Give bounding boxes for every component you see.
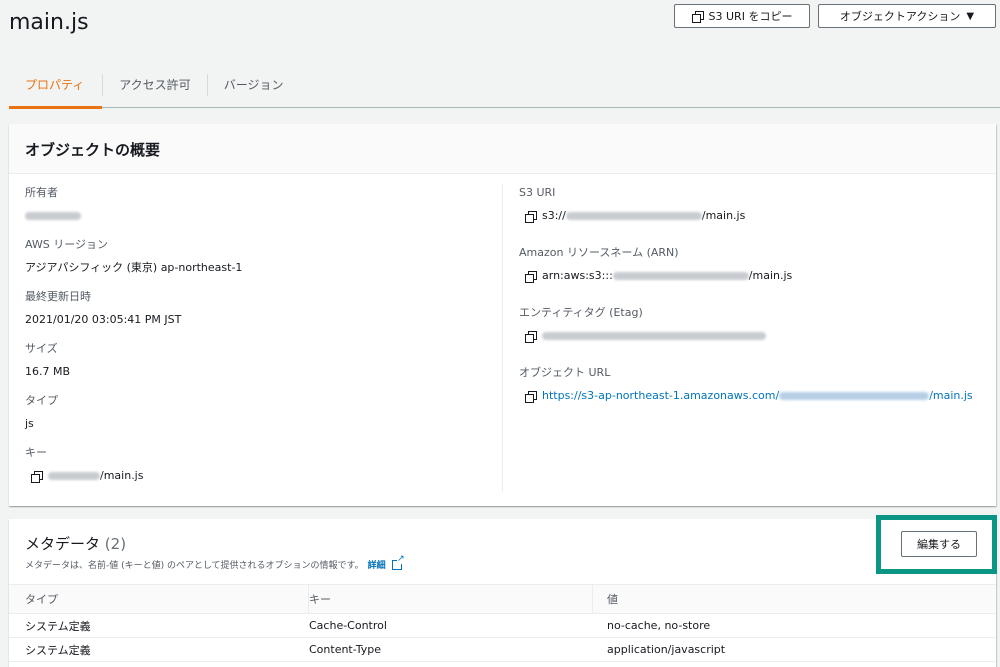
tab-properties[interactable]: プロパティ <box>9 73 104 109</box>
summary-left-column: 所有者 AWS リージョン アジアパシフィック (東京) ap-northeas… <box>25 184 495 496</box>
metadata-header: メタデータ (2) メタデータは、名前-値 (キーと値) のペアとして提供される… <box>9 515 997 575</box>
tab-bar: プロパティ アクセス許可 バージョン <box>9 62 1000 109</box>
table-row: システム定義 Cache-Control no-cache, no-store <box>9 614 996 638</box>
type-label: タイプ <box>25 394 58 407</box>
column-header-type[interactable]: タイプ <box>9 585 309 613</box>
metadata-title: メタデータ (2) <box>25 533 980 554</box>
column-header-key[interactable]: キー <box>309 585 593 613</box>
row-key: Cache-Control <box>309 619 387 632</box>
copy-s3-uri-label: S3 URI をコピー <box>708 10 793 23</box>
object-actions-button[interactable]: オブジェクトアクション ▼ <box>818 4 996 28</box>
redacted-etag <box>542 332 766 340</box>
column-divider <box>502 184 503 492</box>
column-header-key-text: キー <box>309 593 331 606</box>
metadata-panel: メタデータ (2) メタデータは、名前-値 (キーと値) のペアとして提供される… <box>9 515 997 667</box>
row-value: application/javascript <box>607 643 726 656</box>
s3-uri-label: S3 URI <box>519 186 556 199</box>
arn-value: arn:aws:s3:::/main.js <box>519 266 989 286</box>
redacted-arn-path <box>612 272 749 280</box>
object-summary-header: オブジェクトの概要 <box>9 124 996 174</box>
s3-uri-value: s3:// /main.js <box>519 206 989 226</box>
copy-icon <box>691 10 704 23</box>
etag-value <box>519 326 989 346</box>
object-actions-label: オブジェクトアクション <box>839 10 961 23</box>
region-label: AWS リージョン <box>25 238 109 251</box>
object-url-suffix: /main.js <box>929 389 973 402</box>
table-row: システム定義 Content-Type application/javascri… <box>9 638 996 662</box>
metadata-description-text: メタデータは、名前-値 (キーと値) のペアとして提供されるオプションの情報です… <box>25 561 364 571</box>
metadata-count: (2) <box>104 535 127 553</box>
copy-icon[interactable] <box>525 390 537 403</box>
key-field: キー /main.js <box>25 444 495 496</box>
key-value: /main.js <box>25 466 495 486</box>
metadata-detail-link[interactable]: 詳細 <box>368 558 386 571</box>
metadata-table-header: タイプ キー 値 <box>9 584 996 614</box>
size-label: サイズ <box>25 342 58 355</box>
owner-value <box>25 206 495 226</box>
last-modified-field: 最終更新日時 2021/01/20 03:05:41 PM JST <box>25 288 495 340</box>
external-link-icon[interactable] <box>391 554 405 570</box>
object-url-link[interactable]: https://s3-ap-northeast-1.amazonaws.com/… <box>542 386 973 406</box>
metadata-title-text: メタデータ <box>25 535 101 553</box>
column-header-value[interactable]: 値 <box>593 585 996 613</box>
redacted-s3-path <box>565 212 702 220</box>
size-value: 16.7 MB <box>25 365 71 378</box>
size-field: サイズ 16.7 MB <box>25 340 495 392</box>
object-url-prefix: https://s3-ap-northeast-1.amazonaws.com/ <box>542 389 780 402</box>
row-key: Content-Type <box>309 643 381 656</box>
arn-field: Amazon リソースネーム (ARN) arn:aws:s3:::/main.… <box>519 244 989 304</box>
key-label: キー <box>25 446 47 459</box>
metadata-description: メタデータは、名前-値 (キーと値) のペアとして提供されるオプションの情報です… <box>25 554 980 571</box>
region-field: AWS リージョン アジアパシフィック (東京) ap-northeast-1 <box>25 236 495 288</box>
arn-suffix: /main.js <box>748 269 793 282</box>
arn-prefix: arn:aws:s3::: <box>542 269 613 282</box>
arn-label: Amazon リソースネーム (ARN) <box>519 246 679 259</box>
etag-label: エンティティタグ (Etag) <box>519 306 643 319</box>
owner-field: 所有者 <box>25 184 495 236</box>
object-url-label: オブジェクト URL <box>519 366 611 379</box>
caret-down-icon: ▼ <box>966 10 975 22</box>
copy-icon[interactable] <box>525 270 537 283</box>
etag-field: エンティティタグ (Etag) <box>519 304 989 364</box>
last-modified-label: 最終更新日時 <box>25 290 91 303</box>
copy-icon[interactable] <box>31 470 43 483</box>
last-modified-value: 2021/01/20 03:05:41 PM JST <box>25 313 182 326</box>
s3-uri-prefix: s3:// <box>542 209 566 222</box>
tab-versions[interactable]: バージョン <box>208 74 300 96</box>
s3-uri-field: S3 URI s3:// /main.js <box>519 184 989 244</box>
copy-icon[interactable] <box>525 210 537 223</box>
tab-permissions[interactable]: アクセス許可 <box>103 73 208 96</box>
type-value: js <box>25 417 34 430</box>
summary-right-column: S3 URI s3:// /main.js Amazon リソースネーム (ARN… <box>519 184 989 424</box>
row-value: no-cache, no-store <box>607 619 711 632</box>
object-summary-panel: オブジェクトの概要 所有者 AWS リージョン アジアパシフィック (東京) a… <box>9 124 996 506</box>
redacted-owner <box>25 212 81 220</box>
copy-icon[interactable] <box>525 330 537 343</box>
edit-button-highlight: 編集する <box>876 515 997 574</box>
redacted-key-prefix <box>48 472 100 480</box>
object-url-field: オブジェクト URL https://s3-ap-northeast-1.ama… <box>519 364 989 424</box>
owner-label: 所有者 <box>25 186 58 199</box>
edit-metadata-button[interactable]: 編集する <box>901 531 977 557</box>
key-suffix: /main.js <box>100 469 144 482</box>
copy-s3-uri-button[interactable]: S3 URI をコピー <box>674 4 810 28</box>
redacted-url-path <box>779 392 930 400</box>
type-field: タイプ js <box>25 392 495 444</box>
metadata-table: タイプ キー 値 システム定義 Cache-Control no-cache, … <box>9 584 996 662</box>
page-title: main.js <box>9 10 89 35</box>
object-summary-title: オブジェクトの概要 <box>25 141 161 159</box>
row-type: システム定義 <box>25 619 91 633</box>
region-value: アジアパシフィック (東京) ap-northeast-1 <box>25 261 243 274</box>
object-url-value: https://s3-ap-northeast-1.amazonaws.com/… <box>519 386 989 406</box>
s3-uri-suffix: /main.js <box>701 209 746 222</box>
row-type: システム定義 <box>25 643 91 657</box>
